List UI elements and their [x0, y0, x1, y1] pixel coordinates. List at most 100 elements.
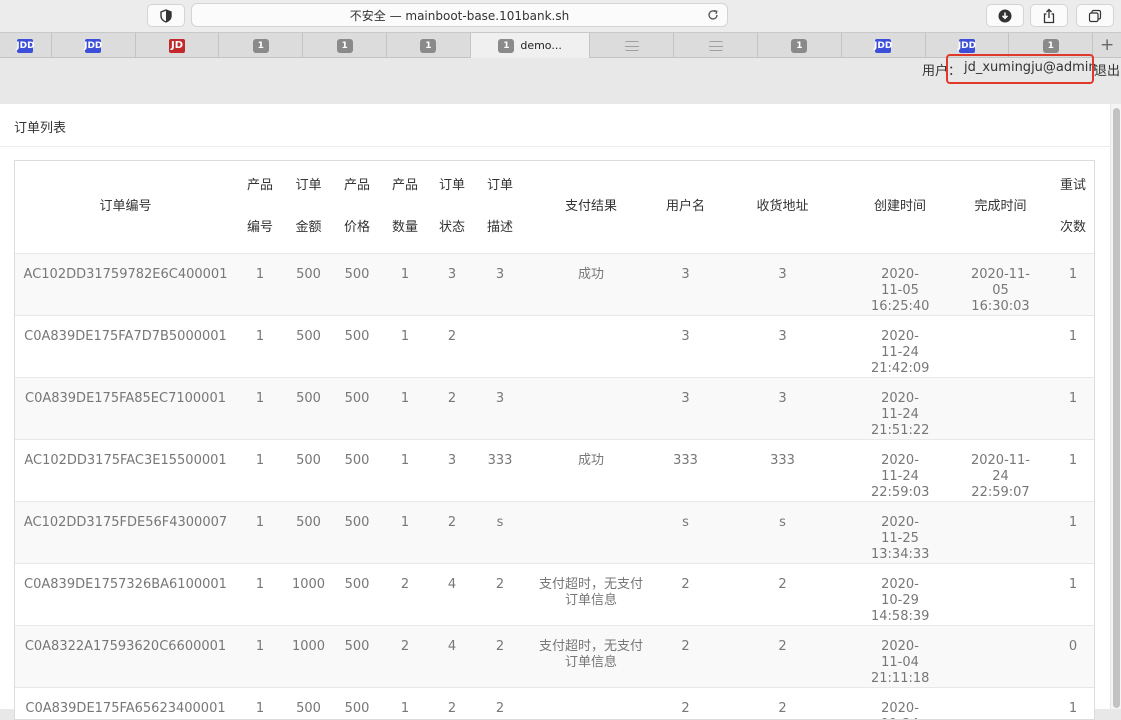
reload-icon[interactable] [706, 8, 720, 22]
table-row[interactable]: C0A8322A17593620C6600001 1 1000 500 2 4 2 支付超时，… [15, 624, 1094, 687]
browser-tab[interactable]: 1 [303, 33, 387, 58]
browser-tab[interactable]: 1 [758, 33, 842, 58]
table-cell: 2 [657, 686, 714, 719]
table-cell: C0A839DE175FA7D7B5000001 [15, 314, 236, 377]
browser-tab[interactable]: JDD [842, 33, 926, 58]
column-header-text: 订单 [486, 177, 513, 193]
browser-tab[interactable]: 1 [219, 33, 304, 58]
table-cell: 2 [429, 376, 475, 439]
jd-logo-icon: JDD [957, 38, 977, 53]
table-cell: 2 [381, 562, 429, 625]
table-cell: 1000 [284, 624, 333, 687]
table-row[interactable]: AC102DD31759782E6C400001 1 500 500 1 3 3 成功 3 3 20… [15, 252, 1094, 315]
table-cell: 333 [714, 438, 851, 501]
table-cell [949, 500, 1052, 563]
browser-tab[interactable]: JDD [52, 33, 136, 58]
browser-tab[interactable] [590, 33, 675, 58]
table-cell: 3 [429, 438, 475, 501]
share-button[interactable] [1030, 4, 1068, 27]
table-cell: 333 [657, 438, 714, 501]
logout-link[interactable]: 退出 [1094, 60, 1120, 79]
table-cell: s [657, 500, 714, 563]
table-cell [949, 624, 1052, 687]
table-cell: 3 [657, 376, 714, 439]
user-bar: 用户： jd_xumingju@admin 退出 [0, 54, 1121, 104]
browser-toolbar: 不安全 — mainboot-base.101bank.sh [0, 0, 1121, 32]
tab-overview-button[interactable] [1076, 4, 1114, 27]
table-cell: C0A8322A17593620C6600001 [15, 624, 236, 687]
browser-tab[interactable]: 1 demo... [470, 33, 591, 58]
downloads-button[interactable] [986, 4, 1024, 27]
column-header: 创建时间 [851, 161, 949, 253]
new-tab-button[interactable]: + [1093, 33, 1121, 57]
column-header-text: 状态 [438, 219, 465, 235]
column-header: 重试 次数 [1052, 161, 1094, 253]
table-cell: s [714, 500, 851, 563]
column-header-text: 订单编号 [99, 198, 152, 214]
table-row[interactable]: C0A839DE175FA65623400001 1 500 500 1 2 2 2 2 2020… [15, 686, 1094, 719]
page-grid-icon [708, 40, 723, 51]
table-row[interactable]: C0A839DE1757326BA6100001 1 1000 500 2 4 2 支付超时，… [15, 562, 1094, 625]
browser-tab[interactable]: JDD [0, 33, 52, 58]
table-cell: 2 [475, 686, 525, 719]
table-row[interactable]: AC102DD3175FDE56F4300007 1 500 500 1 2 s s s 2020… [15, 500, 1094, 563]
column-header-text: 描述 [486, 219, 513, 235]
column-header-text: 创建时间 [873, 198, 926, 214]
table-cell: 2 [475, 562, 525, 625]
table-cell: 1 [381, 686, 429, 719]
table-cell: 1000 [284, 562, 333, 625]
column-header-text: 产品 [246, 177, 273, 193]
table-cell: 2 [429, 500, 475, 563]
table-cell [949, 562, 1052, 625]
column-header-text: 编号 [246, 219, 273, 235]
column-header-text: 价格 [343, 219, 370, 235]
table-cell: 3 [714, 252, 851, 315]
browser-tab[interactable] [674, 33, 758, 58]
table-cell: 1 [236, 314, 284, 377]
table-cell: 2020-11-05 16:30:03 [949, 252, 1052, 315]
main-content: 订单列表 订单编号 产品 编号 订单 金额 产品 价格 产品 数量 订单 状态 订单 描述 支付结果 用户名… [0, 104, 1110, 720]
table-cell: 500 [333, 376, 381, 439]
table-cell: s [475, 500, 525, 563]
table-cell: 2020-11-25 13:34:33 [851, 500, 949, 563]
table-cell: 500 [333, 624, 381, 687]
tabs-overview-icon [1088, 9, 1102, 22]
privacy-shield-button[interactable] [147, 4, 185, 27]
column-header-text: 次数 [1059, 219, 1086, 235]
table-header-row: 订单编号 产品 编号 订单 金额 产品 价格 产品 数量 订单 状态 订单 描述 支付结果 用户名 收货地址创… [15, 161, 1094, 253]
table-cell: 500 [333, 438, 381, 501]
panel-divider [0, 146, 1110, 147]
table-cell: 1 [236, 686, 284, 719]
column-header-text: 收货地址 [756, 198, 809, 214]
scrollbar-thumb[interactable] [1113, 108, 1120, 708]
table-row[interactable]: AC102DD3175FAC3E15500001 1 500 500 1 3 333 成功 33… [15, 438, 1094, 501]
table-cell: 2 [657, 562, 714, 625]
page-scrollbar[interactable] [1110, 104, 1121, 709]
table-cell: 3 [475, 252, 525, 315]
browser-tab[interactable]: 1 [387, 33, 471, 58]
table-cell: 2020-11-24 22:59:07 [949, 438, 1052, 501]
column-header: 订单编号 [15, 161, 236, 253]
table-cell [525, 500, 657, 563]
table-row[interactable]: C0A839DE175FA85EC7100001 1 500 500 1 2 3 3 3 2020… [15, 376, 1094, 439]
table-cell: 500 [284, 438, 333, 501]
table-cell [949, 686, 1052, 719]
share-icon [1043, 8, 1055, 23]
table-cell: 1 [236, 438, 284, 501]
table-cell: 500 [284, 376, 333, 439]
table-cell: 500 [333, 314, 381, 377]
table-cell: 2020-11-05 16:25:40 [851, 252, 949, 315]
column-header: 订单 状态 [429, 161, 475, 253]
table-cell: 4 [429, 562, 475, 625]
column-header-text: 用户名 [665, 198, 705, 214]
address-bar[interactable]: 不安全 — mainboot-base.101bank.sh [191, 3, 728, 27]
table-cell: 2020-11-24 21:51:22 [851, 376, 949, 439]
browser-tab[interactable]: JD [136, 33, 220, 58]
column-header-text: 订单 [438, 177, 465, 193]
table-row[interactable]: C0A839DE175FA7D7B5000001 1 500 500 1 2 3 3 2020-… [15, 314, 1094, 377]
table-cell: 500 [333, 562, 381, 625]
table-cell: 2 [714, 562, 851, 625]
table-cell: 支付超时，无支付订单信息 [525, 562, 657, 625]
table-cell: AC102DD3175FAC3E15500001 [15, 438, 236, 501]
table-cell: 3 [657, 252, 714, 315]
